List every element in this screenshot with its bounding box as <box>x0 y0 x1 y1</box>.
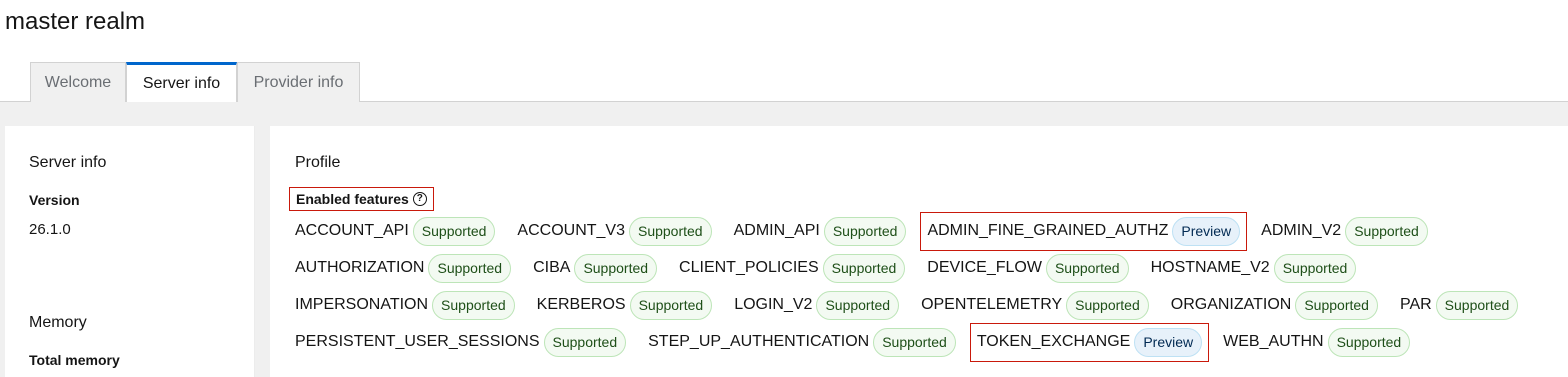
status-badge: Supported <box>823 216 907 246</box>
feature-name: AUTHORIZATION <box>295 259 425 276</box>
feature-item: ACCOUNT_API Supported <box>295 216 496 246</box>
feature-item: DEVICE_FLOW Supported <box>927 253 1129 283</box>
status-badge: Supported <box>574 253 658 283</box>
feature-row: PERSISTENT_USER_SESSIONS Supported STEP_UP… <box>295 322 1432 362</box>
status-badge: Supported <box>873 327 956 357</box>
status-badge: Supported <box>1066 290 1149 320</box>
feature-item: PERSISTENT_USER_SESSIONS Supported <box>295 327 627 357</box>
feature-name: STEP_UP_AUTHENTICATION <box>648 333 870 350</box>
feature-item: STEP_UP_AUTHENTICATION Supported <box>648 327 956 357</box>
feature-row: IMPERSONATION Supported KERBEROS Supported L… <box>295 290 1540 320</box>
status-badge: Supported <box>1435 290 1519 320</box>
tab-server-info[interactable]: Server info <box>126 62 237 103</box>
profile-heading: Profile <box>295 154 341 171</box>
feature-item: ADMIN_API Supported <box>733 216 907 246</box>
feature-item: CIBA Supported <box>533 253 658 283</box>
feature-name: CLIENT_POLICIES <box>679 259 819 276</box>
feature-item: WEB_AUTHN Supported <box>1223 327 1411 357</box>
feature-row: ACCOUNT_API Supported ACCOUNT_V3 Supported A… <box>295 211 1450 251</box>
tab-bar: Welcome Server info Provider info <box>0 62 1568 103</box>
feature-name: TOKEN_EXCHANGE <box>976 333 1131 350</box>
feature-item: HOSTNAME_V2 Supported <box>1150 253 1357 283</box>
status-badge: Supported <box>1345 216 1428 246</box>
feature-item: ADMIN_V2 Supported <box>1261 216 1428 246</box>
feature-item: PAR Supported <box>1399 290 1519 320</box>
feature-name: IMPERSONATION <box>295 296 429 313</box>
status-badge: Supported <box>822 253 906 283</box>
memory-heading: Memory <box>29 314 87 331</box>
feature-item: ADMIN_FINE_GRAINED_AUTHZ Preview <box>920 211 1248 251</box>
server-info-heading: Server info <box>29 154 107 171</box>
feature-name: ORGANIZATION <box>1170 296 1292 313</box>
feature-name: ACCOUNT_V3 <box>517 222 625 239</box>
feature-item: OPENTELEMETRY Supported <box>921 290 1149 320</box>
tab-welcome[interactable]: Welcome <box>30 62 126 102</box>
feature-name: LOGIN_V2 <box>734 296 813 313</box>
feature-item: IMPERSONATION Supported <box>295 290 515 320</box>
feature-row: AUTHORIZATION Supported CIBA Supported CLIEN… <box>295 253 1378 283</box>
feature-name: ADMIN_FINE_GRAINED_AUTHZ <box>927 222 1169 239</box>
status-badge: Supported <box>432 290 515 320</box>
feature-name: WEB_AUTHN <box>1223 333 1324 350</box>
status-badge: Preview <box>1172 216 1241 246</box>
status-badge: Supported <box>628 216 712 246</box>
status-badge: Supported <box>428 253 512 283</box>
status-badge: Supported <box>412 216 496 246</box>
enabled-features-text: Enabled features <box>296 191 409 207</box>
feature-name: HOSTNAME_V2 <box>1150 259 1270 276</box>
status-badge: Supported <box>816 290 900 320</box>
help-icon[interactable]: ? <box>412 192 427 206</box>
status-badge: Supported <box>1045 253 1129 283</box>
feature-name: DEVICE_FLOW <box>927 259 1042 276</box>
total-memory-label: Total memory <box>29 352 120 368</box>
status-badge: Supported <box>1327 327 1411 357</box>
version-value: 26.1.0 <box>29 221 71 238</box>
feature-name: ADMIN_V2 <box>1261 222 1342 239</box>
status-badge: Preview <box>1134 327 1203 357</box>
version-label: Version <box>29 192 80 208</box>
feature-item: LOGIN_V2 Supported <box>734 290 900 320</box>
page-title: master realm <box>5 8 146 35</box>
feature-item: ACCOUNT_V3 Supported <box>517 216 712 246</box>
feature-name: OPENTELEMETRY <box>921 296 1063 313</box>
feature-name: CIBA <box>533 259 571 276</box>
feature-name: KERBEROS <box>536 296 626 313</box>
feature-name: PAR <box>1399 296 1432 313</box>
enabled-features-label: Enabled features ? <box>289 187 434 211</box>
status-badge: Supported <box>629 290 713 320</box>
feature-item: AUTHORIZATION Supported <box>295 253 512 283</box>
status-badge: Supported <box>1273 253 1357 283</box>
feature-name: ACCOUNT_API <box>295 222 409 239</box>
status-badge: Supported <box>1295 290 1378 320</box>
feature-item: ORGANIZATION Supported <box>1170 290 1378 320</box>
feature-name: PERSISTENT_USER_SESSIONS <box>295 333 540 350</box>
feature-item: CLIENT_POLICIES Supported <box>679 253 906 283</box>
status-badge: Supported <box>543 327 627 357</box>
feature-item: KERBEROS Supported <box>536 290 713 320</box>
feature-name: ADMIN_API <box>733 222 820 239</box>
feature-item: TOKEN_EXCHANGE Preview <box>969 322 1210 362</box>
tab-provider-info[interactable]: Provider info <box>237 62 360 102</box>
